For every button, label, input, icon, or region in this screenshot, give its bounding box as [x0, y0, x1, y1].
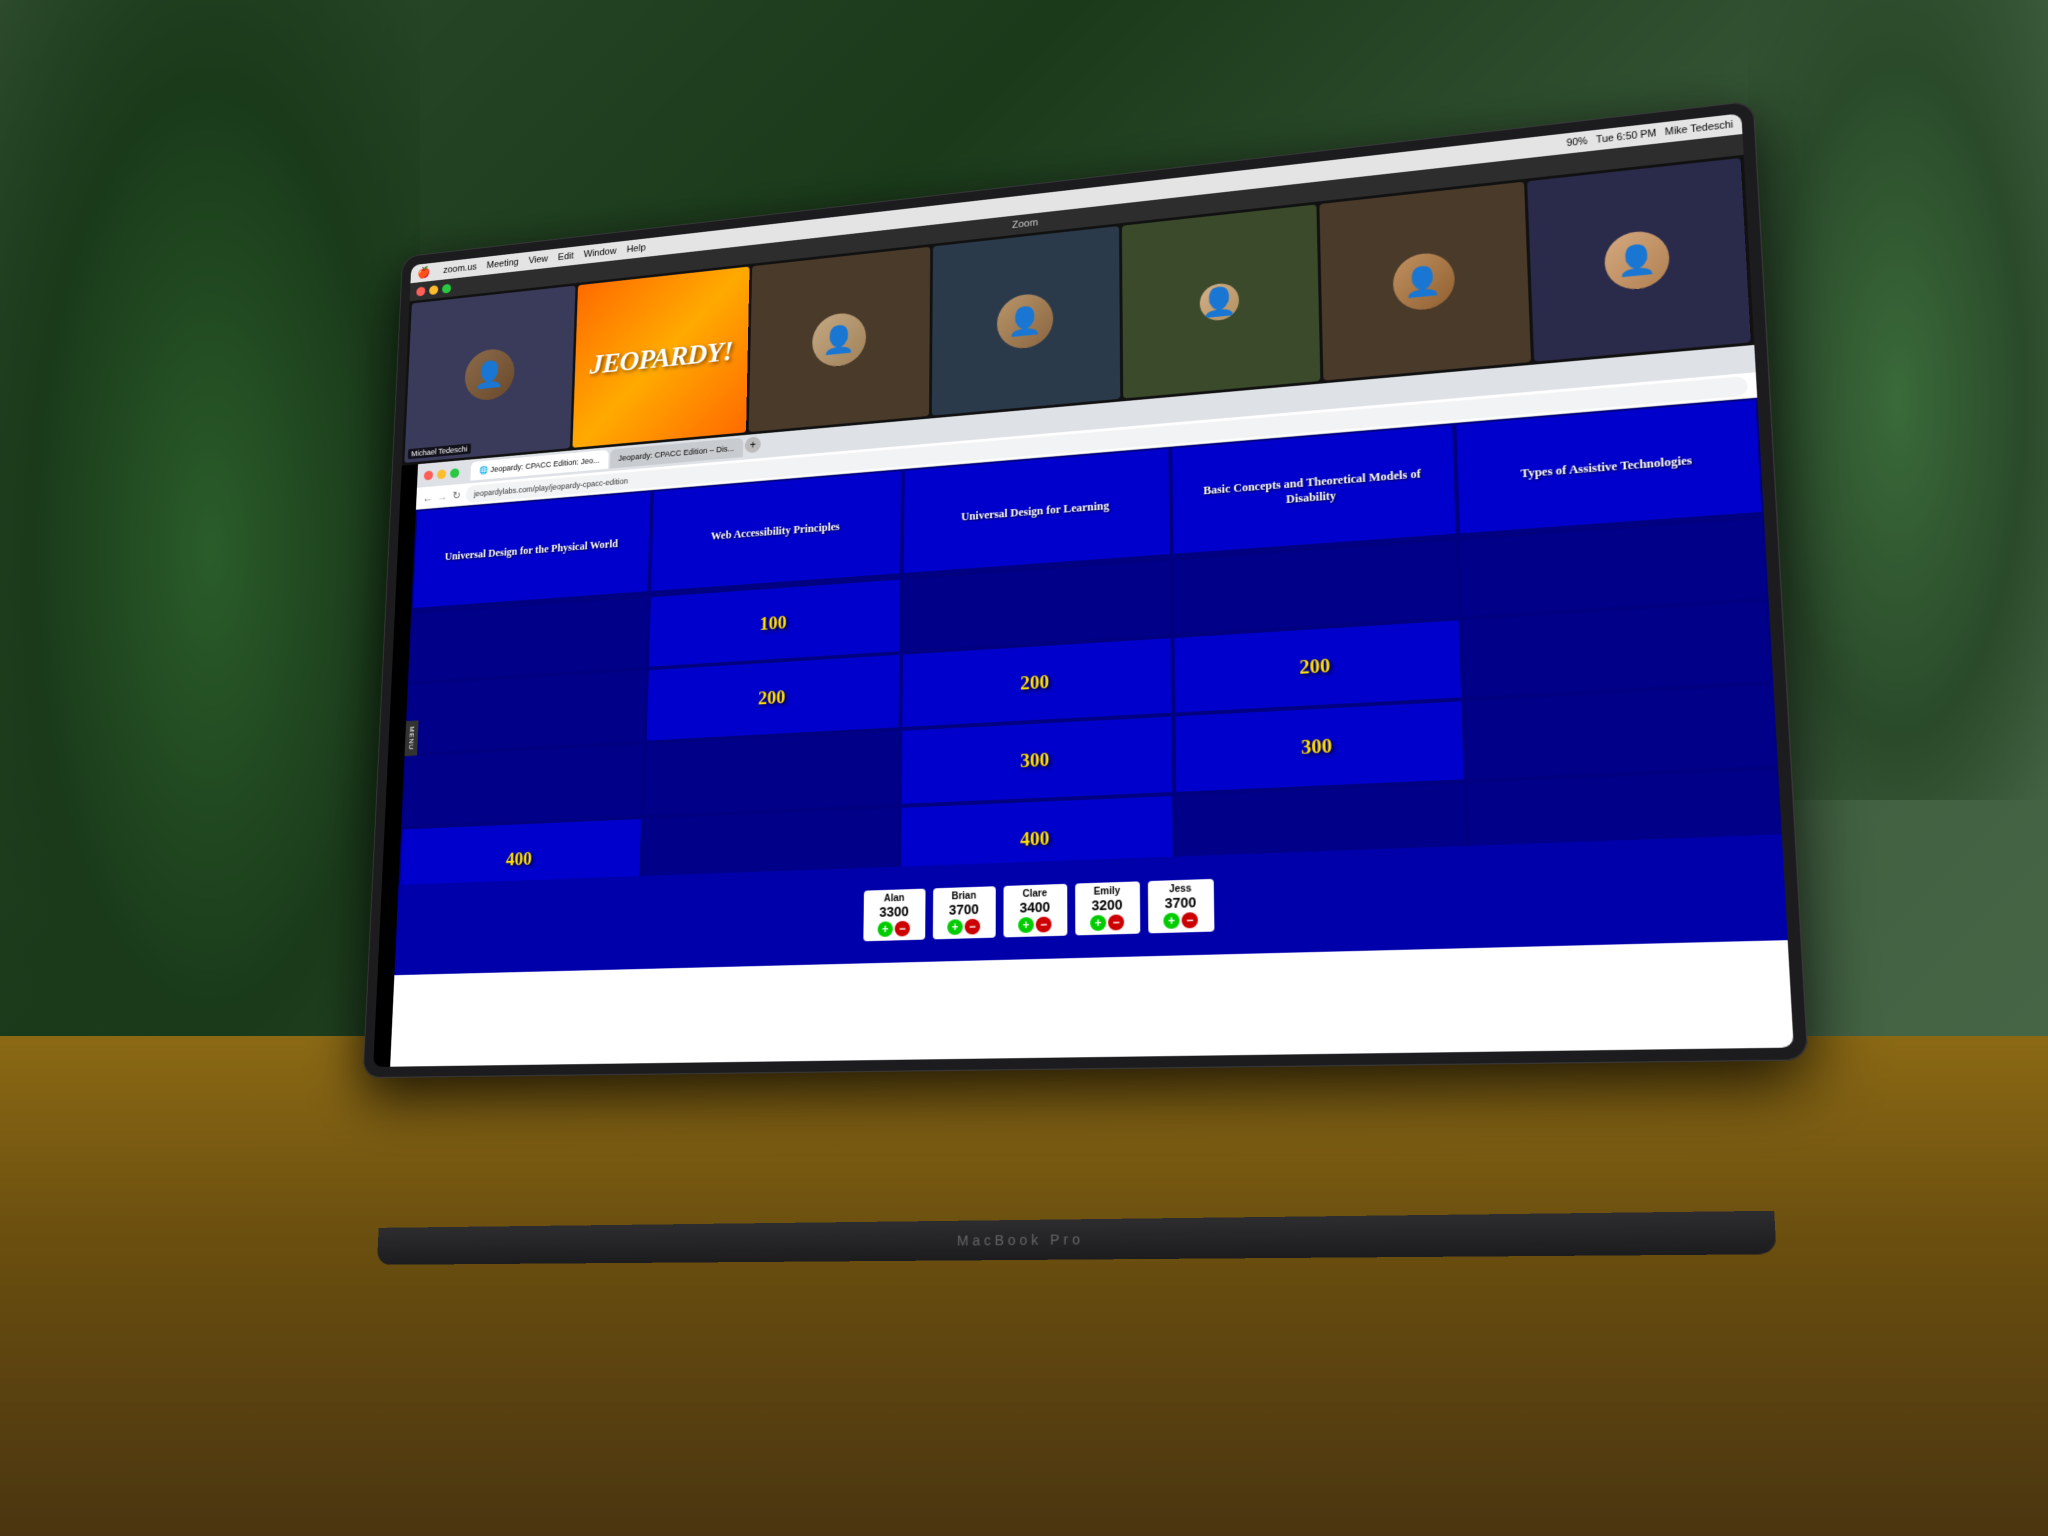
category-label-4: Basic Concepts and Theoretical Models of…	[1180, 465, 1446, 515]
jeopardy-cell[interactable]	[401, 742, 645, 827]
laptop-base: MacBook Pro	[377, 1211, 1777, 1265]
score-plus-button[interactable]: +	[878, 921, 893, 937]
score-card: Emily 3200 + −	[1075, 881, 1140, 935]
username: Mike Tedeschi	[1665, 119, 1734, 137]
apple-logo-icon: 🍎	[417, 266, 431, 281]
chrome-window: 🌐 Jeopardy: CPACC Edition: Jeo... Jeopar…	[390, 345, 1794, 1067]
category-cell-3: Universal Design for Learning	[902, 447, 1171, 575]
menubar-edit[interactable]: Edit	[558, 251, 574, 263]
clock: Tue 6:50 PM	[1596, 128, 1657, 145]
participant-tile	[1122, 204, 1321, 398]
category-label-1: Universal Design for the Physical World	[445, 537, 619, 564]
score-minus-button[interactable]: −	[1108, 914, 1124, 930]
jeopardy-cell-value: 400	[506, 849, 533, 871]
jeopardy-cell-value: 300	[1020, 749, 1049, 772]
participant-avatar	[997, 292, 1053, 351]
score-buttons: + −	[938, 918, 989, 935]
score-buttons: + −	[1154, 911, 1208, 928]
jeopardy-cell[interactable]: 200	[645, 653, 901, 743]
menubar-window[interactable]: Window	[584, 246, 617, 260]
score-plus-button[interactable]: +	[1018, 917, 1034, 933]
participant-tile	[1320, 182, 1531, 381]
participant-tile	[932, 226, 1121, 416]
chrome-maximize-button[interactable]	[450, 468, 459, 478]
menubar-help[interactable]: Help	[626, 243, 645, 255]
jeopardy-logo-tile: JEOPARDY!	[573, 267, 750, 448]
jeopardy-cell[interactable]: 200	[901, 636, 1173, 729]
chrome-tab-label-2: Jeopardy: CPACC Edition – Dis...	[618, 444, 734, 463]
participant-name: Michael Tedeschi	[408, 443, 471, 459]
score-buttons: + −	[869, 920, 919, 937]
jeopardy-cell[interactable]	[643, 729, 901, 817]
laptop-screen: 🍎 zoom.us Meeting View Edit Window Help …	[373, 113, 1794, 1067]
score-plus-button[interactable]: +	[947, 919, 963, 935]
category-cell-1: Universal Design for the Physical World	[411, 490, 652, 610]
forward-button[interactable]: →	[437, 490, 447, 503]
jeopardy-cell[interactable]	[405, 669, 648, 756]
laptop-bezel: 🍎 zoom.us Meeting View Edit Window Help …	[363, 101, 1809, 1079]
score-card: Clare 3400 + −	[1003, 883, 1067, 937]
menubar-meeting[interactable]: Meeting	[486, 257, 518, 271]
score-minus-button[interactable]: −	[1182, 912, 1198, 928]
chrome-close-button[interactable]	[424, 470, 433, 480]
jeopardy-cell-value: 400	[1020, 828, 1049, 851]
maximize-button[interactable]	[442, 283, 451, 293]
zoom-title: Zoom	[1012, 217, 1038, 230]
participant-avatar	[464, 347, 515, 402]
score-minus-button[interactable]: −	[965, 918, 981, 934]
chrome-tab-label: 🌐 Jeopardy: CPACC Edition: Jeo...	[479, 455, 600, 475]
participant-avatar	[1603, 229, 1670, 292]
menu-tab[interactable]: MENU	[405, 720, 419, 755]
score-value: 3200	[1081, 896, 1134, 913]
participant-tile: Michael Tedeschi	[404, 286, 575, 463]
participant-avatar	[812, 311, 867, 369]
zoom-traffic-lights	[416, 283, 451, 296]
category-label-2: Web Accessibility Principles	[711, 520, 840, 544]
score-value: 3300	[869, 903, 919, 920]
reload-button[interactable]: ↻	[452, 489, 461, 502]
score-minus-button[interactable]: −	[895, 920, 910, 936]
score-card: Jess 3700 + −	[1147, 878, 1214, 933]
category-label-5: Types of Assistive Technologies	[1520, 453, 1692, 481]
category-cell-5: Types of Assistive Technologies	[1454, 398, 1764, 536]
menubar-app-name[interactable]: zoom.us	[443, 262, 477, 276]
score-buttons: + −	[1081, 914, 1134, 931]
jeopardy-cell-value: 100	[759, 612, 786, 635]
laptop-brand-text: MacBook Pro	[377, 1211, 1777, 1265]
participant-avatar	[1200, 282, 1240, 322]
score-plus-button[interactable]: +	[1090, 914, 1106, 930]
chrome-minimize-button[interactable]	[437, 469, 446, 479]
jeopardy-cell[interactable]: 300	[900, 715, 1174, 806]
jeopardy-cell[interactable]	[1463, 683, 1778, 781]
score-buttons: + −	[1009, 916, 1061, 933]
category-cell-2: Web Accessibility Principles	[649, 469, 903, 593]
jeopardy-cell-value: 300	[1301, 735, 1333, 759]
battery-status: 90%	[1566, 136, 1587, 149]
jeopardy-logo-text: JEOPARDY!	[589, 334, 733, 380]
participant-tile	[748, 247, 930, 432]
jeopardy-cell[interactable]: 200	[1172, 618, 1463, 714]
jeopardy-cell-value: 200	[1299, 655, 1330, 679]
jeopardy-cell-value: 200	[758, 687, 786, 710]
menubar-view[interactable]: View	[528, 254, 548, 266]
back-button[interactable]: ←	[423, 491, 433, 504]
participant-avatar	[1392, 251, 1455, 313]
score-card: Alan 3300 + −	[863, 888, 925, 941]
category-label-3: Universal Design for Learning	[961, 499, 1109, 525]
new-tab-button[interactable]: +	[745, 436, 761, 453]
laptop: 🍎 zoom.us Meeting View Edit Window Help …	[300, 120, 1800, 1320]
category-cell-4: Basic Concepts and Theoretical Models of…	[1170, 423, 1458, 556]
score-value: 3700	[1154, 893, 1208, 911]
score-value: 3700	[938, 900, 989, 917]
close-button[interactable]	[416, 286, 425, 296]
minimize-button[interactable]	[429, 285, 438, 295]
score-card: Brian 3700 + −	[932, 886, 995, 939]
chrome-traffic-lights	[424, 468, 460, 480]
score-value: 3400	[1009, 898, 1061, 915]
jeopardy-cell-value: 200	[1020, 671, 1049, 694]
score-plus-button[interactable]: +	[1163, 912, 1179, 928]
jeopardy-cell[interactable]: 300	[1173, 699, 1466, 794]
score-minus-button[interactable]: −	[1036, 916, 1052, 932]
participant-tile	[1527, 158, 1751, 362]
